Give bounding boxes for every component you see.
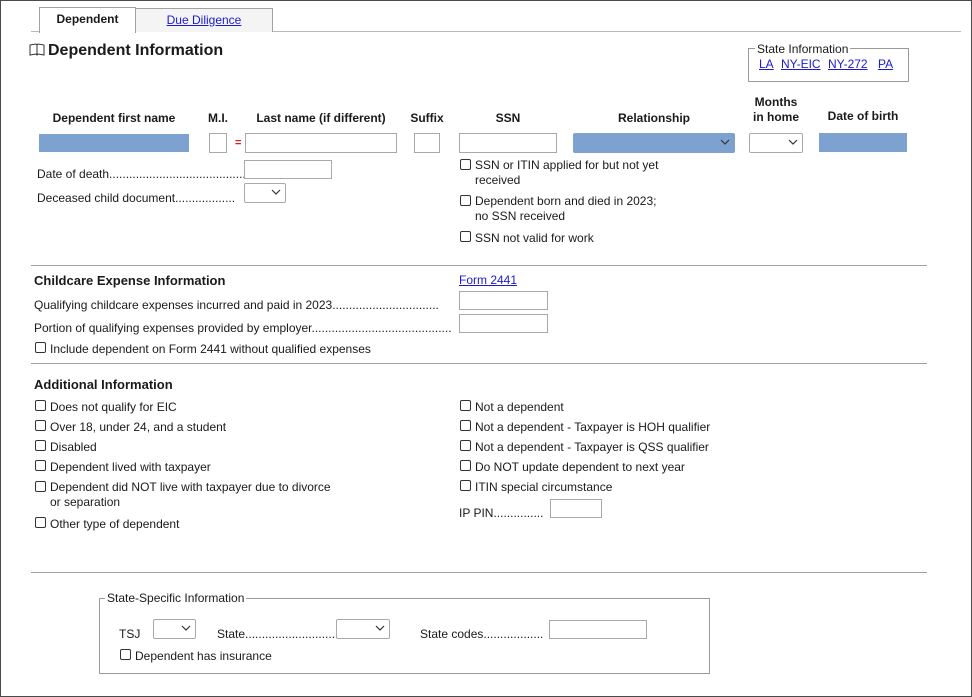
last-name-input[interactable] xyxy=(245,133,397,153)
hoh-qualifier-checkbox[interactable] xyxy=(460,420,471,431)
date-of-birth-input[interactable] xyxy=(819,133,907,152)
born-and-died-label-line2: no SSN received xyxy=(475,209,566,223)
book-icon xyxy=(29,43,45,56)
ip-pin-label: IP PIN............... xyxy=(459,506,544,520)
do-not-update-checkbox[interactable] xyxy=(460,460,471,471)
childcare-expenses-label: Qualifying childcare expenses incurred a… xyxy=(34,298,439,312)
tsj-select[interactable] xyxy=(153,619,196,639)
state-link-ny-272[interactable]: NY-272 xyxy=(828,57,868,71)
date-of-death-label: Date of death...........................… xyxy=(37,167,246,181)
header-mi: M.I. xyxy=(208,111,228,125)
relationship-select[interactable] xyxy=(573,133,735,153)
qss-qualifier-checkbox[interactable] xyxy=(460,440,471,451)
no-eic-checkbox[interactable] xyxy=(35,400,46,411)
state-codes-input[interactable] xyxy=(549,620,647,639)
has-insurance-label: Dependent has insurance xyxy=(135,649,272,663)
ssn-input[interactable] xyxy=(459,133,557,153)
no-eic-label: Does not qualify for EIC xyxy=(50,400,177,414)
lived-with-taxpayer-label: Dependent lived with taxpayer xyxy=(50,460,211,474)
suffix-input[interactable] xyxy=(414,133,440,153)
has-insurance-checkbox[interactable] xyxy=(120,649,131,660)
months-in-home-select[interactable] xyxy=(749,133,803,153)
mi-input[interactable] xyxy=(209,133,227,153)
same-as-taxpayer-marker: = xyxy=(235,137,242,149)
employer-provided-label: Portion of qualifying expenses provided … xyxy=(34,321,452,335)
student-label: Over 18, under 24, and a student xyxy=(50,420,227,434)
chevron-down-icon xyxy=(271,189,281,195)
ssn-not-valid-label: SSN not valid for work xyxy=(475,231,594,245)
form-2441-link[interactable]: Form 2441 xyxy=(459,273,517,287)
state-information-label: State Information xyxy=(755,42,851,56)
section-divider xyxy=(31,265,927,266)
qss-qualifier-label: Not a dependent - Taxpayer is QSS qualif… xyxy=(475,440,709,454)
ssn-not-valid-checkbox[interactable] xyxy=(460,231,471,242)
student-checkbox[interactable] xyxy=(35,420,46,431)
header-in-home: in home xyxy=(752,110,799,124)
header-first-name: Dependent first name xyxy=(52,111,176,125)
lived-with-taxpayer-checkbox[interactable] xyxy=(35,460,46,471)
divorce-separation-label-line2: or separation xyxy=(50,495,121,509)
born-and-died-checkbox[interactable] xyxy=(460,195,471,206)
header-relationship: Relationship xyxy=(617,111,690,125)
header-last-name: Last name (if different) xyxy=(256,111,386,125)
disabled-label: Disabled xyxy=(50,440,97,454)
header-dob: Date of birth xyxy=(827,109,899,123)
include-on-2441-label: Include dependent on Form 2441 without q… xyxy=(50,342,371,356)
state-link-la[interactable]: LA xyxy=(759,57,774,71)
date-of-death-input[interactable] xyxy=(244,160,332,179)
section-divider xyxy=(31,363,927,364)
state-codes-label: State codes.................. xyxy=(420,627,544,641)
ip-pin-input[interactable] xyxy=(550,499,602,518)
chevron-down-icon xyxy=(375,625,385,631)
state-label: State............................ xyxy=(217,627,339,641)
itin-special-label: ITIN special circumstance xyxy=(475,480,613,494)
itin-special-checkbox[interactable] xyxy=(460,480,471,491)
employer-provided-input[interactable] xyxy=(459,314,548,333)
tab-due-diligence[interactable]: Due Diligence xyxy=(135,8,273,32)
tsj-label: TSJ xyxy=(119,627,141,641)
hoh-qualifier-label: Not a dependent - Taxpayer is HOH qualif… xyxy=(475,420,711,434)
childcare-expenses-input[interactable] xyxy=(459,291,548,310)
section-divider xyxy=(31,572,927,573)
state-specific-title: State-Specific Information xyxy=(105,591,247,605)
not-a-dependent-label: Not a dependent xyxy=(475,400,564,414)
chevron-down-icon xyxy=(788,139,798,145)
page-title: Dependent Information xyxy=(48,42,224,59)
header-suffix: Suffix xyxy=(410,111,444,125)
divorce-separation-checkbox[interactable] xyxy=(35,481,46,492)
header-months: Months xyxy=(754,95,798,109)
born-and-died-label: Dependent born and died in 2023; xyxy=(475,194,657,208)
ssn-applied-label: SSN or ITIN applied for but not yet xyxy=(475,158,659,172)
not-a-dependent-checkbox[interactable] xyxy=(460,400,471,411)
header-ssn: SSN xyxy=(495,111,521,125)
first-name-input[interactable] xyxy=(39,134,189,152)
divorce-separation-label: Dependent did NOT live with taxpayer due… xyxy=(50,480,331,494)
disabled-checkbox[interactable] xyxy=(35,440,46,451)
childcare-section-title: Childcare Expense Information xyxy=(34,273,226,288)
tab-dependent[interactable]: Dependent xyxy=(39,7,136,33)
state-link-ny-eic[interactable]: NY-EIC xyxy=(781,57,821,71)
chevron-down-icon xyxy=(181,625,191,631)
other-dependent-label: Other type of dependent xyxy=(50,517,180,531)
dependent-form-window: Dependent Due Diligence Dependent Inform… xyxy=(0,0,972,697)
chevron-down-icon xyxy=(720,139,730,145)
state-link-pa[interactable]: PA xyxy=(878,57,893,71)
additional-info-section-title: Additional Information xyxy=(34,377,173,392)
ssn-applied-label-line2: received xyxy=(475,173,521,187)
other-dependent-checkbox[interactable] xyxy=(35,517,46,528)
deceased-child-document-select[interactable] xyxy=(244,183,286,203)
ssn-applied-checkbox[interactable] xyxy=(460,159,471,170)
include-on-2441-checkbox[interactable] xyxy=(35,342,46,353)
state-select[interactable] xyxy=(336,619,390,639)
do-not-update-label: Do NOT update dependent to next year xyxy=(475,460,685,474)
deceased-child-document-label: Deceased child document.................… xyxy=(37,191,236,205)
